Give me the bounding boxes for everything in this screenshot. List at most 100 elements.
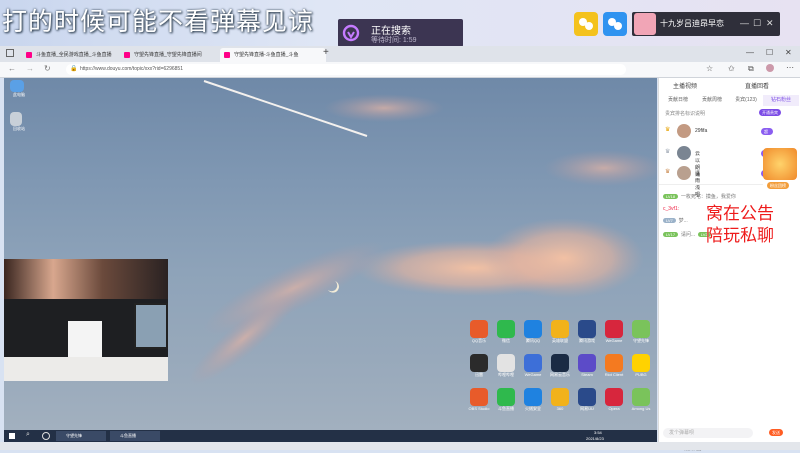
tab-3[interactable]: 守望先锋直播-斗鱼直播_斗鱼 bbox=[220, 48, 326, 62]
desktop-icon-label: 网易UU bbox=[580, 406, 594, 411]
back-icon[interactable]: ← bbox=[8, 64, 16, 73]
address-bar: ← → ↻ https://www.douyu.com/topic/xxx?ri… bbox=[0, 62, 800, 78]
minimize-button[interactable]: — bbox=[740, 18, 749, 28]
app-icon bbox=[605, 354, 623, 372]
close-button[interactable]: ✕ bbox=[785, 48, 792, 57]
activity-banner[interactable] bbox=[763, 148, 797, 180]
tab-diamond-fans[interactable]: 钻石粉丝 bbox=[763, 95, 799, 106]
close-button[interactable]: ✕ bbox=[766, 18, 774, 29]
app-icon bbox=[497, 388, 515, 406]
app-icon bbox=[470, 354, 488, 372]
app-icon bbox=[605, 320, 623, 338]
desktop-icon[interactable]: 回收站 bbox=[10, 112, 28, 132]
forward-icon[interactable]: → bbox=[26, 64, 34, 73]
taskbar-app[interactable]: 守望先锋 bbox=[56, 431, 106, 441]
tab-1[interactable]: 斗鱼直播_全民游戏直播_斗鱼直播 bbox=[22, 48, 128, 62]
app-icon bbox=[497, 354, 515, 372]
app-icon bbox=[497, 320, 515, 338]
webcam-overlay bbox=[4, 259, 168, 381]
desktop-icon-label: 腾讯游戏 bbox=[579, 338, 595, 343]
desktop-icon-label: Among Us bbox=[631, 406, 651, 411]
desktop-icon-label: 斗鱼直播 bbox=[498, 406, 514, 411]
tab-2[interactable]: 守望先锋直播_守望先锋直播间 bbox=[120, 48, 226, 62]
tab-label: 斗鱼直播_全民游戏直播_斗鱼直播 bbox=[36, 52, 112, 58]
gift-panel-icon[interactable] bbox=[603, 12, 627, 36]
send-button[interactable]: 发送 bbox=[769, 429, 783, 436]
new-tab-button[interactable]: + bbox=[323, 47, 329, 58]
desktop-icon[interactable]: 守望先锋 bbox=[632, 320, 656, 344]
overwatch-logo-icon bbox=[342, 24, 360, 42]
window-menu-icon[interactable] bbox=[6, 49, 14, 57]
more-icon[interactable]: ⋯ bbox=[786, 63, 794, 72]
taskbar: ⌕ 守望先锋 斗鱼直播 3:54 2021/8/23 bbox=[4, 430, 657, 442]
stream-overlay-top: 打的时候可能不看弹幕见谅 正在搜索 等待时间: 1:59 十九岁吕迪昂早恋 — … bbox=[0, 0, 800, 47]
desktop-icon-label: 微信 bbox=[502, 338, 510, 343]
maximize-button[interactable]: ☐ bbox=[753, 18, 761, 29]
desktop-icon[interactable]: PUBG bbox=[632, 354, 656, 377]
app-icon bbox=[632, 320, 650, 338]
chat-line: c_3vf1: bbox=[663, 206, 680, 212]
task-view-icon[interactable] bbox=[42, 432, 50, 440]
chat-input[interactable]: 发个弹幕呗 bbox=[663, 428, 753, 438]
refresh-icon[interactable]: ↻ bbox=[44, 64, 51, 73]
minimize-button[interactable]: — bbox=[746, 48, 754, 57]
collections-icon[interactable]: ⧉ bbox=[748, 64, 754, 74]
profile-icon[interactable] bbox=[766, 64, 774, 72]
rank-badge: 超级VIP bbox=[761, 128, 774, 148]
tab-label: 守望先锋直播_守望先锋直播间 bbox=[134, 52, 202, 58]
app-icon bbox=[578, 354, 596, 372]
avatar bbox=[634, 13, 656, 35]
avatar bbox=[677, 146, 691, 160]
desktop-icon-label: WeGame bbox=[524, 372, 542, 377]
app-icon bbox=[632, 388, 650, 406]
user-name: 十九岁吕迪昂早恋 bbox=[660, 19, 724, 28]
favorites-icon[interactable]: ✩ bbox=[728, 64, 735, 73]
desktop-icon-label: 守望先锋 bbox=[633, 338, 649, 343]
taskbar-date: 2021/8/23 bbox=[586, 436, 604, 441]
danmu-text: 打的时候可能不看弹幕见谅 bbox=[2, 7, 315, 36]
desktop-icon-label: 腾讯QQ bbox=[525, 338, 541, 343]
open-vip-button[interactable]: 开通贵宾 bbox=[759, 109, 781, 116]
rank-name: 29fifa bbox=[695, 128, 708, 134]
chat-line: LV7 梦... bbox=[663, 214, 688, 225]
app-icon bbox=[551, 388, 569, 406]
desktop-icon[interactable]: 此电脑 bbox=[10, 80, 28, 98]
tab-weekly-rank[interactable]: 贡献周榜 bbox=[695, 95, 729, 106]
desktop-icon-label: 360 bbox=[556, 406, 564, 411]
app-icon bbox=[578, 320, 596, 338]
app-icon bbox=[578, 388, 596, 406]
desktop-icon-label: Steam bbox=[581, 372, 593, 377]
desktop-icon-label: Riot Client bbox=[604, 372, 624, 377]
desktop-icon[interactable]: Among Us bbox=[632, 388, 656, 411]
desktop-icon-label: PUBG bbox=[635, 372, 647, 377]
stream-video[interactable]: 此电脑 回收站 QQ音乐 微信 腾讯QQ 英雄联盟 腾讯游戏 WeGame 守望先锋 迅雷 哔哩… bbox=[4, 78, 657, 430]
matchmaking-card: 正在搜索 等待时间: 1:59 bbox=[338, 19, 463, 47]
vip-notice: 贵宾排名标识说明 bbox=[665, 111, 706, 117]
desktop-icon-label: 网易云音乐 bbox=[550, 372, 570, 377]
desktop-icon-label: Opera bbox=[608, 406, 620, 411]
search-wait-time: 等待时间: 1:59 bbox=[371, 37, 417, 44]
fan-club-icon[interactable] bbox=[574, 12, 598, 36]
url-field[interactable]: https://www.douyu.com/topic/xxx?rid=6296… bbox=[66, 64, 626, 75]
promo-text: 窝在公告 陪玩私聊 bbox=[706, 204, 774, 246]
extensions-icon[interactable]: ☆ bbox=[706, 64, 713, 73]
tab-daily-rank[interactable]: 贡献日榜 bbox=[661, 95, 695, 106]
tab-label: 守望先锋直播-斗鱼直播_斗鱼 bbox=[234, 52, 299, 58]
search-icon[interactable]: ⌕ bbox=[26, 431, 30, 439]
taskbar-time: 3:54 bbox=[594, 430, 602, 435]
app-icon bbox=[524, 388, 542, 406]
desktop-icon-label: OBS Studio bbox=[468, 406, 490, 411]
app-icon bbox=[524, 354, 542, 372]
lock-icon: 🔒 bbox=[70, 66, 78, 72]
tab-vip[interactable]: 贵宾(123) bbox=[729, 95, 763, 106]
desktop-icon-label: WeGame bbox=[605, 338, 623, 343]
tab-anchor-videos[interactable]: 主播视频 bbox=[673, 81, 697, 90]
maximize-button[interactable]: ☐ bbox=[766, 48, 773, 57]
chat-panel: 主播视频 直播回看 贡献日榜 贡献周榜 贵宾(123) 钻石粉丝 贵宾排名标识说… bbox=[658, 78, 800, 442]
tab-replay[interactable]: 直播回看 bbox=[745, 81, 769, 90]
start-icon[interactable] bbox=[9, 433, 15, 439]
taskbar-app[interactable]: 斗鱼直播 bbox=[110, 431, 160, 441]
side-label[interactable]: 粉丝团榜 bbox=[767, 182, 789, 189]
app-icon bbox=[470, 388, 488, 406]
user-card[interactable]: 十九岁吕迪昂早恋 — ☐ ✕ bbox=[632, 12, 780, 36]
